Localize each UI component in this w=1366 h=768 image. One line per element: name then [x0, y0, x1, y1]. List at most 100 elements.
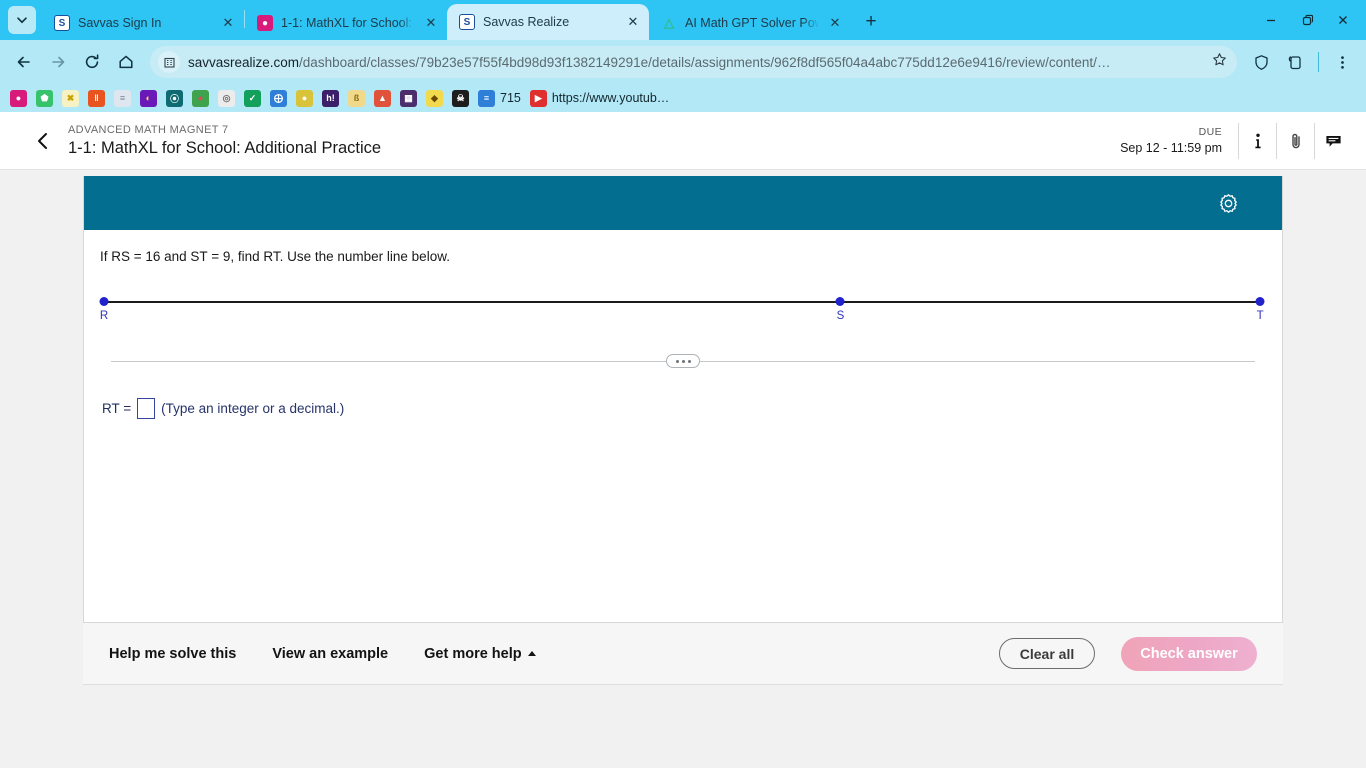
tab-strip: S Savvas Sign In ✕ ● 1-1: MathXL for Sch… [0, 0, 1366, 40]
bookmark-item[interactable]: ☠ [452, 89, 469, 107]
pikachu-bookmark-icon: ◆ [426, 89, 443, 107]
close-window-button[interactable] [1326, 6, 1360, 34]
bookmark-item[interactable]: ● [192, 89, 209, 107]
url-text[interactable]: savvasrealize.com/dashboard/classes/79b2… [188, 55, 1204, 70]
circle-bookmark-icon: ◎ [218, 89, 235, 107]
resize-handle[interactable] [666, 354, 700, 368]
pacman-bookmark-icon: ◐ [140, 89, 157, 107]
url-path: /dashboard/classes/79b23e57f55f4bd98d93f… [299, 54, 1111, 70]
savvas-icon: S [459, 14, 475, 30]
number-line-point-t[interactable] [1255, 297, 1265, 306]
bookmark-item[interactable]: ● [10, 89, 27, 107]
browser-menu-icon[interactable] [1326, 46, 1358, 78]
handle-dot [687, 359, 691, 363]
home-button[interactable] [110, 46, 142, 78]
bookmark-item[interactable]: ◆ [426, 89, 443, 107]
bookmark-item[interactable]: ▲ [374, 89, 391, 107]
browser-tab-1[interactable]: ● 1-1: MathXL for School: Additio ✕ [245, 6, 447, 40]
answer-prefix: RT = [102, 401, 132, 416]
back-button[interactable] [8, 46, 40, 78]
page-title: 1-1: MathXL for School: Additional Pract… [68, 138, 382, 157]
bookmark-item[interactable]: h! [322, 89, 339, 107]
forward-button[interactable] [42, 46, 74, 78]
help-me-solve-this-button[interactable]: Help me solve this [109, 646, 236, 662]
answer-input[interactable] [137, 398, 156, 419]
gear-icon[interactable] [1216, 191, 1240, 215]
help-link-label: View an example [272, 645, 389, 662]
attachment-icon[interactable] [1276, 122, 1314, 159]
bookmark-item[interactable]: ≡ [114, 89, 131, 107]
view-an-example-button[interactable]: View an example [272, 646, 388, 662]
bookmark-item[interactable]: ● [296, 89, 313, 107]
help-link-label: Help me solve this [109, 645, 237, 662]
handle-dot [675, 359, 679, 363]
new-tab-button[interactable]: + [857, 8, 885, 36]
number-line[interactable]: R S T [99, 284, 1266, 344]
docs-bookmark-icon: ≡ [114, 89, 131, 107]
get-more-help-button[interactable]: Get more help [424, 646, 536, 662]
bookmark-star-icon[interactable] [1212, 52, 1227, 72]
reload-button[interactable] [76, 46, 108, 78]
help-link-label: Get more help [424, 645, 522, 662]
bookmark-item[interactable]: ⬟ [36, 89, 53, 107]
page-body: If RS = 16 and ST = 9, find RT. Use the … [0, 170, 1366, 768]
exercise-content: If RS = 16 and ST = 9, find RT. Use the … [84, 230, 1282, 622]
bookmark-item[interactable]: ⨁ [270, 89, 287, 107]
maximize-button[interactable] [1290, 6, 1324, 34]
number-line-point-r[interactable] [99, 297, 109, 306]
bookmark-item[interactable]: ▶ https://www.youtub… [529, 89, 669, 107]
chevron-down-icon [17, 17, 27, 24]
cube-bookmark-icon: ⬟ [36, 89, 53, 107]
tab-title: AI Math GPT Solver Powered b [685, 16, 819, 30]
bookmark-item[interactable]: ≡ 715 [478, 89, 521, 107]
minimize-button[interactable] [1254, 6, 1288, 34]
help-toolbar: Help me solve this View an example Get m… [83, 623, 1283, 685]
close-icon [1339, 16, 1347, 24]
extensions-icon[interactable] [1279, 46, 1311, 78]
bookmark-item[interactable]: ◎ [218, 89, 235, 107]
number-line-label-s: S [836, 310, 845, 322]
browser-chrome: S Savvas Sign In ✕ ● 1-1: MathXL for Sch… [0, 0, 1366, 112]
youtube-bookmark-icon: ▶ [529, 89, 547, 107]
mathxl-icon: ● [257, 15, 273, 31]
skull-bookmark-icon: ☠ [452, 89, 469, 107]
clear-all-button[interactable]: Clear all [999, 638, 1095, 669]
shield-icon[interactable] [1245, 46, 1277, 78]
number-line-point-s[interactable] [835, 297, 845, 306]
bookmark-item[interactable]: ‖ [88, 89, 105, 107]
home-icon [119, 55, 133, 69]
bookmarks-bar: ● ⬟ ✖ ‖ ≡ ◐ ⦿ ● ◎ ✓ ⨁ ● h! ß ▲ ▦ ◆ ☠ ≡ 71… [0, 84, 1366, 112]
back-chevron-icon[interactable] [30, 128, 56, 154]
due-date: Sep 12 - 11:59 pm [1120, 141, 1222, 155]
bookmark-item[interactable]: ⦿ [166, 89, 183, 107]
tab-search-button[interactable] [8, 6, 36, 34]
address-bar[interactable]: savvasrealize.com/dashboard/classes/79b2… [150, 46, 1237, 78]
url-domain: savvasrealize.com [188, 54, 300, 70]
building-icon[interactable] [158, 51, 180, 73]
check-answer-button[interactable]: Check answer [1121, 636, 1257, 671]
bookmark-item[interactable]: ✓ [244, 89, 261, 107]
browser-tab-0[interactable]: S Savvas Sign In ✕ [42, 6, 244, 40]
earth-bookmark-icon: ⨁ [270, 89, 287, 107]
close-icon[interactable]: ✕ [827, 15, 843, 31]
close-icon[interactable]: ✕ [625, 14, 641, 30]
bookmark-item[interactable]: ß [348, 89, 365, 107]
close-icon[interactable]: ✕ [423, 15, 439, 31]
arrow-left-icon [17, 56, 30, 68]
ai-math-icon: △ [664, 15, 674, 30]
classroom-bookmark-icon: ≡ [478, 89, 495, 107]
bookmark-item[interactable]: ◐ [140, 89, 157, 107]
number-line-label-t: T [1256, 310, 1264, 322]
browser-tab-2[interactable]: S Savvas Realize ✕ [447, 4, 649, 40]
panel-splitter[interactable] [111, 352, 1255, 370]
close-icon[interactable]: ✕ [220, 15, 236, 31]
hack-bookmark-icon: h! [322, 89, 339, 107]
arrow-right-icon [52, 56, 65, 68]
bookmark-item[interactable]: ▦ [400, 89, 417, 107]
comment-icon[interactable] [1314, 122, 1352, 159]
books-bookmark-icon: ‖ [88, 89, 105, 107]
browser-tab-3[interactable]: △ AI Math GPT Solver Powered b ✕ [649, 6, 851, 40]
bookmark-item[interactable]: ✖ [62, 89, 79, 107]
info-icon[interactable] [1238, 122, 1276, 159]
question-text: If RS = 16 and ST = 9, find RT. Use the … [100, 249, 450, 264]
